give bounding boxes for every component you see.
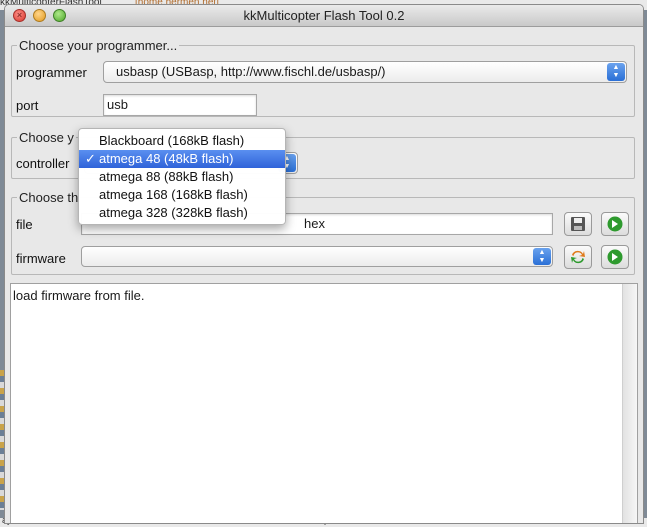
flash-go-icon xyxy=(607,249,623,265)
refresh-button[interactable] xyxy=(564,245,592,269)
checkmark-icon: ✓ xyxy=(85,151,96,166)
firmware-label: firmware xyxy=(16,251,66,266)
firmware-group-title: Choose th xyxy=(17,190,81,205)
window-content: Choose your programmer... programmer usb… xyxy=(5,27,643,523)
window-title: kkMulticopter Flash Tool 0.2 xyxy=(243,8,405,23)
firmware-select[interactable]: ▲ ▼ xyxy=(81,246,553,267)
log-output[interactable]: load firmware from file. ◢ xyxy=(10,283,638,523)
flash-firmware-button[interactable] xyxy=(601,245,629,269)
file-label: file xyxy=(16,217,33,232)
dropdown-item-atmega168[interactable]: atmega 168 (168kB flash) xyxy=(79,186,285,204)
title-bar[interactable]: × kkMulticopter Flash Tool 0.2 xyxy=(5,5,643,27)
main-window: × kkMulticopter Flash Tool 0.2 Choose yo… xyxy=(4,4,644,524)
save-button[interactable] xyxy=(564,212,592,236)
dropdown-item-label: atmega 48 (48kB flash) xyxy=(99,151,234,166)
updown-arrows-icon: ▲ ▼ xyxy=(607,63,625,81)
save-disk-icon xyxy=(571,217,585,231)
dropdown-item-label: Blackboard (168kB flash) xyxy=(99,133,245,148)
controller-group-title: Choose y xyxy=(17,130,76,145)
dropdown-item-blackboard[interactable]: Blackboard (168kB flash) xyxy=(79,132,285,150)
programmer-select[interactable]: usbasp (USBasp, http://www.fischl.de/usb… xyxy=(103,61,627,83)
dropdown-item-label: atmega 328 (328kB flash) xyxy=(99,205,248,220)
port-input-value: usb xyxy=(107,97,128,112)
programmer-group: Choose your programmer... programmer usb… xyxy=(11,38,635,117)
log-text: load firmware from file. xyxy=(13,288,145,303)
controller-label: controller xyxy=(16,156,70,171)
flash-go-icon xyxy=(607,216,623,232)
programmer-select-value: usbasp (USBasp, http://www.fischl.de/usb… xyxy=(116,64,386,79)
programmer-label: programmer xyxy=(16,65,87,80)
dropdown-item-atmega48[interactable]: ✓ atmega 48 (48kB flash) xyxy=(79,150,285,168)
file-input-value: hex xyxy=(304,216,325,231)
programmer-group-title: Choose your programmer... xyxy=(17,38,180,53)
dropdown-item-label: atmega 88 (88kB flash) xyxy=(99,169,234,184)
dropdown-item-atmega88[interactable]: atmega 88 (88kB flash) xyxy=(79,168,285,186)
port-label: port xyxy=(16,98,39,113)
updown-arrows-icon: ▲ ▼ xyxy=(533,248,551,265)
controller-dropdown-menu: Blackboard (168kB flash) ✓ atmega 48 (48… xyxy=(78,128,286,225)
port-input[interactable]: usb xyxy=(103,94,257,116)
dropdown-item-atmega328[interactable]: atmega 328 (328kB flash) xyxy=(79,204,285,222)
refresh-icon xyxy=(571,250,585,264)
log-scrollbar[interactable] xyxy=(622,284,637,523)
flash-file-button[interactable] xyxy=(601,212,629,236)
dropdown-item-label: atmega 168 (168kB flash) xyxy=(99,187,248,202)
